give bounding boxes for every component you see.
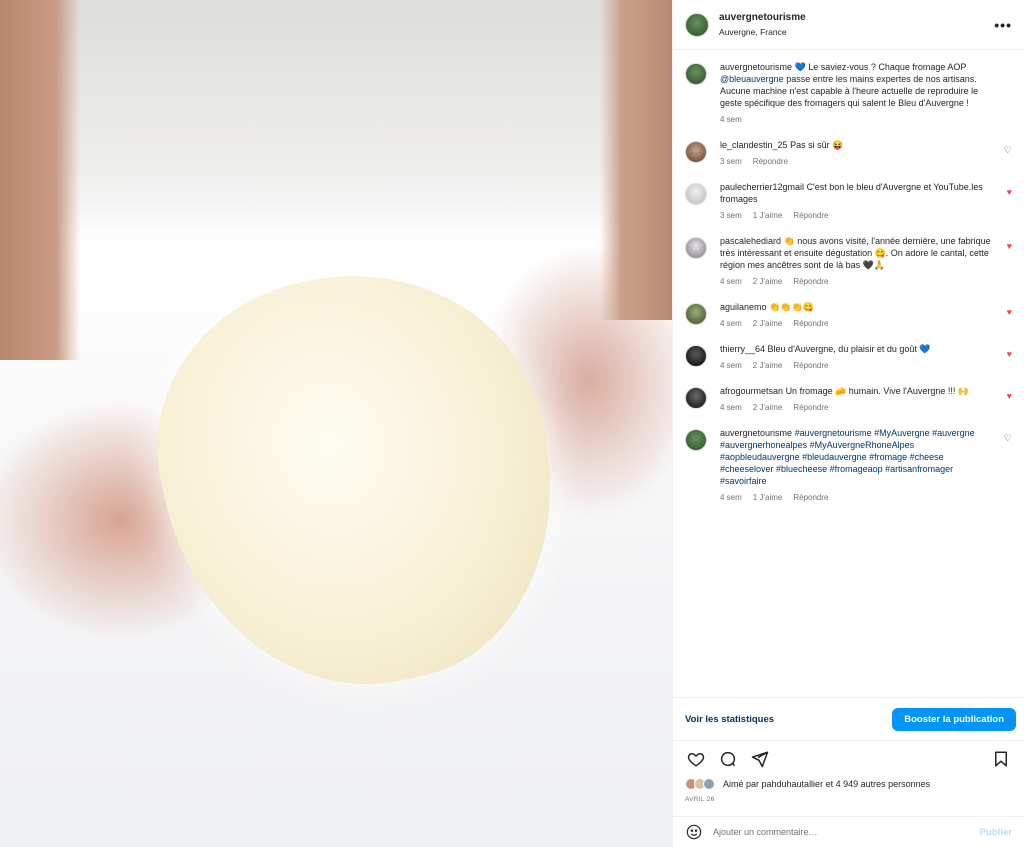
avatar[interactable] xyxy=(685,63,707,85)
photo-arm-left xyxy=(0,0,80,360)
avatar[interactable] xyxy=(685,183,707,205)
caption-text: auvergnetourisme 💙 Le saviez-vous ? Chaq… xyxy=(720,61,992,109)
comment-item: pascalehediard 👏 nous avons visité, l'an… xyxy=(685,235,1012,286)
avatar[interactable] xyxy=(685,387,707,409)
boost-post-button[interactable]: Booster la publication xyxy=(892,707,1016,731)
liker-avatars[interactable] xyxy=(685,778,719,790)
caption-time[interactable]: 4 sem xyxy=(720,115,742,124)
likes-summary: Aimé par pahduhautallier et 4 949 autres… xyxy=(685,778,1012,790)
comment-time[interactable]: 4 sem xyxy=(720,319,742,328)
comment-likes-count[interactable]: 2 J'aime xyxy=(753,277,783,286)
comment-item: le_clandestin_25 Pas si sûr 😝 3 sem Répo… xyxy=(685,139,1012,166)
comment-username[interactable]: auvergnetourisme xyxy=(720,428,792,438)
comment-liked-heart-icon[interactable]: ♥ xyxy=(1007,308,1012,317)
reply-button[interactable]: Répondre xyxy=(793,493,828,502)
comment-input[interactable] xyxy=(713,827,980,837)
comments-list[interactable]: auvergnetourisme 💙 Le saviez-vous ? Chaq… xyxy=(673,51,1024,697)
comment-username[interactable]: afrogourmetsan xyxy=(720,386,783,396)
comment-item: auvergnetourisme #auvergnetourisme #MyAu… xyxy=(685,427,1012,502)
publish-button[interactable]: Publier xyxy=(980,827,1012,838)
photo-cheese xyxy=(126,239,589,721)
blue-heart-emoji: 💙 xyxy=(794,62,806,72)
comment-likes-count[interactable]: 1 J'aime xyxy=(753,493,783,502)
comment-time[interactable]: 4 sem xyxy=(720,493,742,502)
caption-text-part-1: Le saviez-vous ? Chaque fromage AOP xyxy=(808,62,967,72)
comment-text: Bleu d'Auvergne, du plaisir et du goût 💙 xyxy=(767,344,931,354)
comment-item: afrogourmetsan Un fromage 🧀 humain. Vive… xyxy=(685,385,1012,412)
avatar[interactable] xyxy=(685,303,707,325)
post-side-panel: auvergnetourisme Auvergne, France ••• au… xyxy=(672,0,1024,847)
post-author-block: auvergnetourisme Auvergne, France xyxy=(719,12,994,37)
comment-username[interactable]: thierry__64 xyxy=(720,344,765,354)
avatar[interactable] xyxy=(685,12,709,37)
post-location[interactable]: Auvergne, France xyxy=(719,27,994,37)
reply-button[interactable]: Répondre xyxy=(793,319,828,328)
comment-time[interactable]: 4 sem xyxy=(720,361,742,370)
avatar[interactable] xyxy=(685,141,707,163)
comment-likes-count[interactable]: 2 J'aime xyxy=(753,361,783,370)
comment-time[interactable]: 4 sem xyxy=(720,277,742,286)
reply-button[interactable]: Répondre xyxy=(793,361,828,370)
insights-bar: Voir les statistiques Booster la publica… xyxy=(673,697,1024,741)
view-insights-link[interactable]: Voir les statistiques xyxy=(685,714,774,725)
likes-text[interactable]: Aimé par pahduhautallier et 4 949 autres… xyxy=(723,779,930,789)
comment-text: Pas si sûr 😝 xyxy=(790,140,844,150)
reply-button[interactable]: Répondre xyxy=(793,403,828,412)
post-image xyxy=(0,0,672,847)
caption-meta: 4 sem xyxy=(720,115,992,124)
bookmark-icon[interactable] xyxy=(990,748,1012,770)
add-comment-bar: Publier xyxy=(673,816,1024,847)
comment-username[interactable]: paulecherrier12gmail xyxy=(720,182,804,192)
comment-like-heart-icon[interactable]: ♡ xyxy=(1004,146,1012,155)
post-date[interactable]: AVRIL 26 xyxy=(685,796,715,803)
photo-arm-right xyxy=(600,0,672,320)
comment-liked-heart-icon[interactable]: ♥ xyxy=(1007,242,1012,251)
heart-icon[interactable] xyxy=(685,748,707,770)
photo-shirt xyxy=(60,0,620,230)
reply-button[interactable]: Répondre xyxy=(793,277,828,286)
more-options-icon[interactable]: ••• xyxy=(994,17,1012,33)
avatar[interactable] xyxy=(685,237,707,259)
comment-likes-count[interactable]: 2 J'aime xyxy=(753,319,783,328)
comment-username[interactable]: aguilanemo xyxy=(720,302,767,312)
comment-liked-heart-icon[interactable]: ♥ xyxy=(1007,392,1012,401)
comment-text: 👏👏👏😋 xyxy=(769,302,814,312)
comment-time[interactable]: 3 sem xyxy=(720,157,742,166)
comment-username[interactable]: pascalehediard xyxy=(720,236,781,246)
share-icon[interactable] xyxy=(749,748,771,770)
comment-item: aguilanemo 👏👏👏😋 4 sem 2 J'aime Répondre … xyxy=(685,301,1012,328)
comment-likes-count[interactable]: 1 J'aime xyxy=(753,211,783,220)
avatar[interactable] xyxy=(685,429,707,451)
comment-icon[interactable] xyxy=(717,748,739,770)
comment-username[interactable]: le_clandestin_25 xyxy=(720,140,788,150)
reply-button[interactable]: Répondre xyxy=(753,157,788,166)
comment-liked-heart-icon[interactable]: ♥ xyxy=(1007,350,1012,359)
comment-liked-heart-icon[interactable]: ♥ xyxy=(1007,188,1012,197)
post-header: auvergnetourisme Auvergne, France ••• xyxy=(673,0,1024,50)
comment-text: Un fromage 🧀 humain. Vive l'Auvergne !!!… xyxy=(785,386,970,396)
comment-item: paulecherrier12gmail C'est bon le bleu d… xyxy=(685,181,1012,220)
comment-time[interactable]: 3 sem xyxy=(720,211,742,220)
avatar[interactable] xyxy=(685,345,707,367)
comment-time[interactable]: 4 sem xyxy=(720,403,742,412)
emoji-icon[interactable] xyxy=(685,823,703,841)
comment-item: thierry__64 Bleu d'Auvergne, du plaisir … xyxy=(685,343,1012,370)
caption-mention-link[interactable]: @bleuauvergne xyxy=(720,74,784,84)
comment-like-heart-icon[interactable]: ♡ xyxy=(1004,434,1012,443)
comment-likes-count[interactable]: 2 J'aime xyxy=(753,403,783,412)
post-author-username[interactable]: auvergnetourisme xyxy=(719,12,994,23)
reply-button[interactable]: Répondre xyxy=(793,211,828,220)
caption-username[interactable]: auvergnetourisme xyxy=(720,62,792,72)
post-actions xyxy=(685,748,1012,770)
caption: auvergnetourisme 💙 Le saviez-vous ? Chaq… xyxy=(685,61,1012,124)
